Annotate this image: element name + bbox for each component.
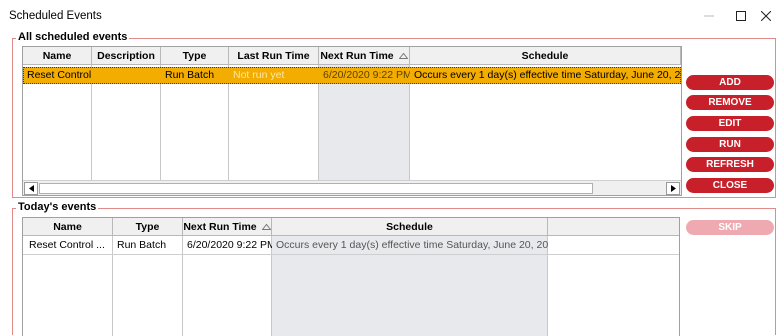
arrow-right-icon xyxy=(670,183,676,195)
cell-name[interactable]: Reset Control ... xyxy=(25,237,113,254)
header-label: Schedule xyxy=(521,49,569,62)
header-label: Next Run Time xyxy=(183,220,257,233)
row-divider xyxy=(23,254,679,255)
all-events-group-label: All scheduled events xyxy=(16,31,130,43)
title-bar: Scheduled Events xyxy=(0,0,776,32)
close-icon xyxy=(761,11,771,21)
sort-ascending-icon xyxy=(261,221,272,233)
close-window-button[interactable] xyxy=(756,6,776,26)
minimize-button[interactable] xyxy=(694,6,724,26)
header-label: Type xyxy=(182,49,207,62)
column-header-name[interactable]: Name xyxy=(23,218,113,236)
header-label: Type xyxy=(135,220,160,233)
today-events-group-label: Today's events xyxy=(16,201,99,213)
header-label: Name xyxy=(53,220,82,233)
add-button[interactable]: ADD xyxy=(686,75,774,90)
sort-ascending-icon xyxy=(398,50,409,62)
scroll-right-arrow[interactable] xyxy=(666,182,680,195)
cell-type[interactable]: Run Batch xyxy=(113,237,183,254)
edit-button[interactable]: EDIT xyxy=(686,116,774,131)
cell-type: Run Batch xyxy=(165,69,215,81)
scroll-left-arrow[interactable] xyxy=(24,182,38,195)
scroll-thumb[interactable] xyxy=(39,183,593,194)
header-label: Next Run Time xyxy=(320,49,394,62)
close-button[interactable]: CLOSE xyxy=(686,178,774,193)
column-header-last-run-time[interactable]: Last Run Time xyxy=(229,47,319,65)
window-title: Scheduled Events xyxy=(9,10,102,22)
maximize-button[interactable] xyxy=(726,6,756,26)
remove-button[interactable]: REMOVE xyxy=(686,95,774,110)
cell-next-run-time: 6/20/2020 9:22 PM xyxy=(323,69,410,81)
cell-next-run-time[interactable]: 6/20/2020 9:22 PM xyxy=(183,237,272,254)
column-header-next-run-time[interactable]: Next Run Time xyxy=(319,47,410,65)
column-header-schedule[interactable]: Schedule xyxy=(272,218,548,236)
skip-button[interactable]: SKIP xyxy=(686,220,774,235)
header-label: Schedule xyxy=(386,220,433,233)
all-events-grid: Name Description Type Last Run Time Next… xyxy=(22,46,682,196)
column-header-filler xyxy=(548,218,679,236)
column-header-name[interactable]: Name xyxy=(23,47,92,65)
cell-name: Reset Control ... xyxy=(27,69,92,81)
maximize-icon xyxy=(736,11,746,21)
header-label: Description xyxy=(97,49,155,62)
minimize-icon xyxy=(704,11,714,21)
run-button[interactable]: RUN xyxy=(686,137,774,152)
cell-last-run-time: Not run yet xyxy=(233,69,285,81)
column-header-description[interactable]: Description xyxy=(92,47,161,65)
horizontal-scrollbar[interactable] xyxy=(23,180,681,195)
column-header-type[interactable]: Type xyxy=(161,47,229,65)
cell-schedule[interactable]: Occurs every 1 day(s) effective time Sat… xyxy=(272,237,548,254)
refresh-button[interactable]: REFRESH xyxy=(686,157,774,172)
header-label: Name xyxy=(42,49,72,62)
cell-description xyxy=(92,67,160,84)
column-header-type[interactable]: Type xyxy=(113,218,183,236)
cell-schedule: Occurs every 1 day(s) effective time Sat… xyxy=(414,69,681,81)
today-events-grid: Name Type Next Run Time Schedule Reset C… xyxy=(22,217,680,336)
column-header-next-run-time[interactable]: Next Run Time xyxy=(183,218,272,236)
arrow-left-icon xyxy=(28,183,34,195)
header-label: Last Run Time xyxy=(237,49,310,62)
column-header-schedule[interactable]: Schedule xyxy=(410,47,681,65)
